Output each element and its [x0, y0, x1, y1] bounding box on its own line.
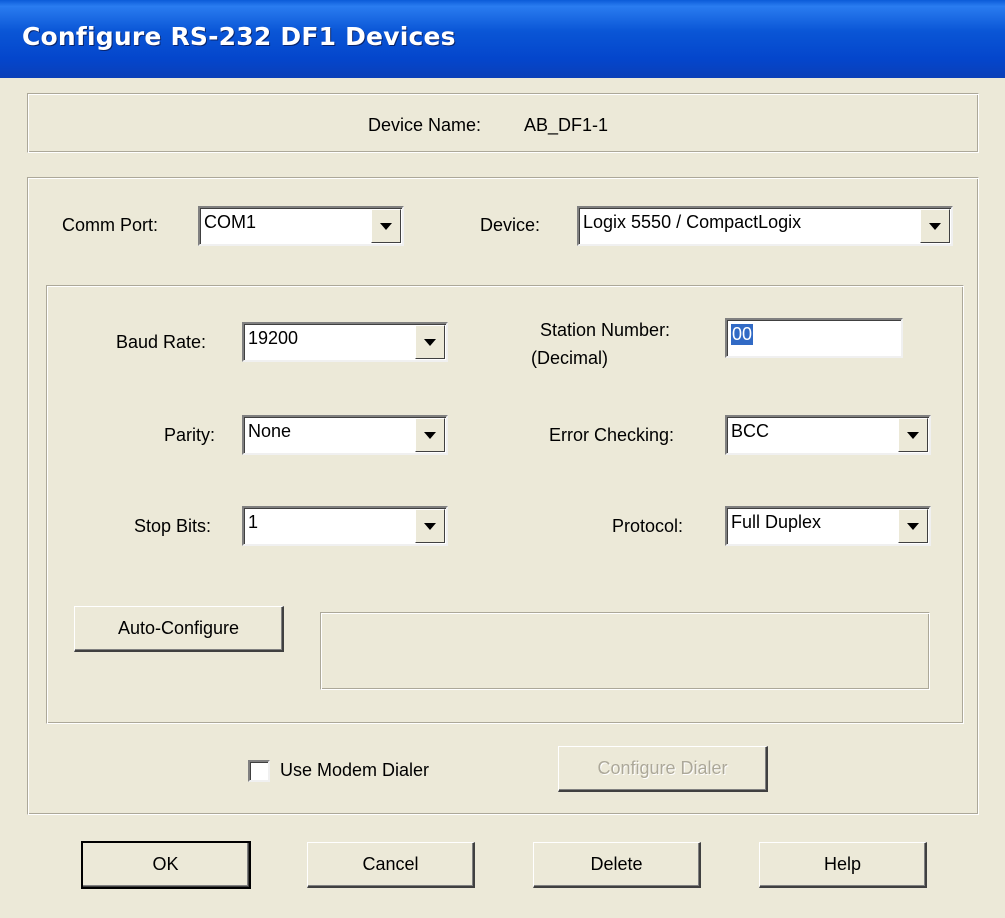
baud-rate-dropdown[interactable]: 19200: [242, 322, 448, 362]
device-dropdown[interactable]: Logix 5550 / CompactLogix: [577, 206, 953, 246]
help-button[interactable]: Help: [759, 842, 927, 888]
chevron-down-icon[interactable]: [415, 418, 445, 452]
comm-port-label: Comm Port:: [62, 215, 159, 235]
protocol-dropdown[interactable]: Full Duplex: [725, 506, 931, 546]
station-number-sublabel: (Decimal): [531, 348, 609, 368]
title-bar[interactable]: Configure RS-232 DF1 Devices: [0, 0, 1005, 78]
cancel-button[interactable]: Cancel: [307, 842, 475, 888]
chevron-down-icon[interactable]: [371, 209, 401, 243]
chevron-down-icon[interactable]: [415, 325, 445, 359]
delete-button[interactable]: Delete: [533, 842, 701, 888]
station-number-input[interactable]: 00: [725, 318, 903, 358]
stop-bits-label: Stop Bits:: [134, 516, 212, 536]
parity-dropdown[interactable]: None: [242, 415, 448, 455]
window-title: Configure RS-232 DF1 Devices: [22, 22, 456, 51]
station-number-label: Station Number:: [540, 320, 671, 340]
configure-dialer-button[interactable]: Configure Dialer: [558, 746, 768, 792]
baud-rate-label: Baud Rate:: [116, 332, 207, 352]
device-name-label: Device Name:: [368, 115, 482, 135]
protocol-label: Protocol:: [612, 516, 684, 536]
device-label: Device:: [480, 215, 541, 235]
chevron-down-icon[interactable]: [415, 509, 445, 543]
chevron-down-icon[interactable]: [920, 209, 950, 243]
error-checking-label: Error Checking:: [549, 425, 675, 445]
use-modem-dialer-label[interactable]: Use Modem Dialer: [280, 760, 429, 781]
chevron-down-icon[interactable]: [898, 418, 928, 452]
parity-label: Parity:: [164, 425, 216, 445]
device-name-value: AB_DF1-1: [524, 115, 609, 135]
comm-port-dropdown[interactable]: COM1: [198, 206, 404, 246]
auto-configure-button[interactable]: Auto-Configure: [74, 606, 284, 652]
error-checking-dropdown[interactable]: BCC: [725, 415, 931, 455]
auto-configure-status-box: [320, 612, 930, 690]
device-name-panel: [27, 93, 979, 153]
use-modem-dialer-checkbox[interactable]: [248, 760, 270, 782]
stop-bits-dropdown[interactable]: 1: [242, 506, 448, 546]
ok-button[interactable]: OK: [81, 841, 251, 889]
chevron-down-icon[interactable]: [898, 509, 928, 543]
